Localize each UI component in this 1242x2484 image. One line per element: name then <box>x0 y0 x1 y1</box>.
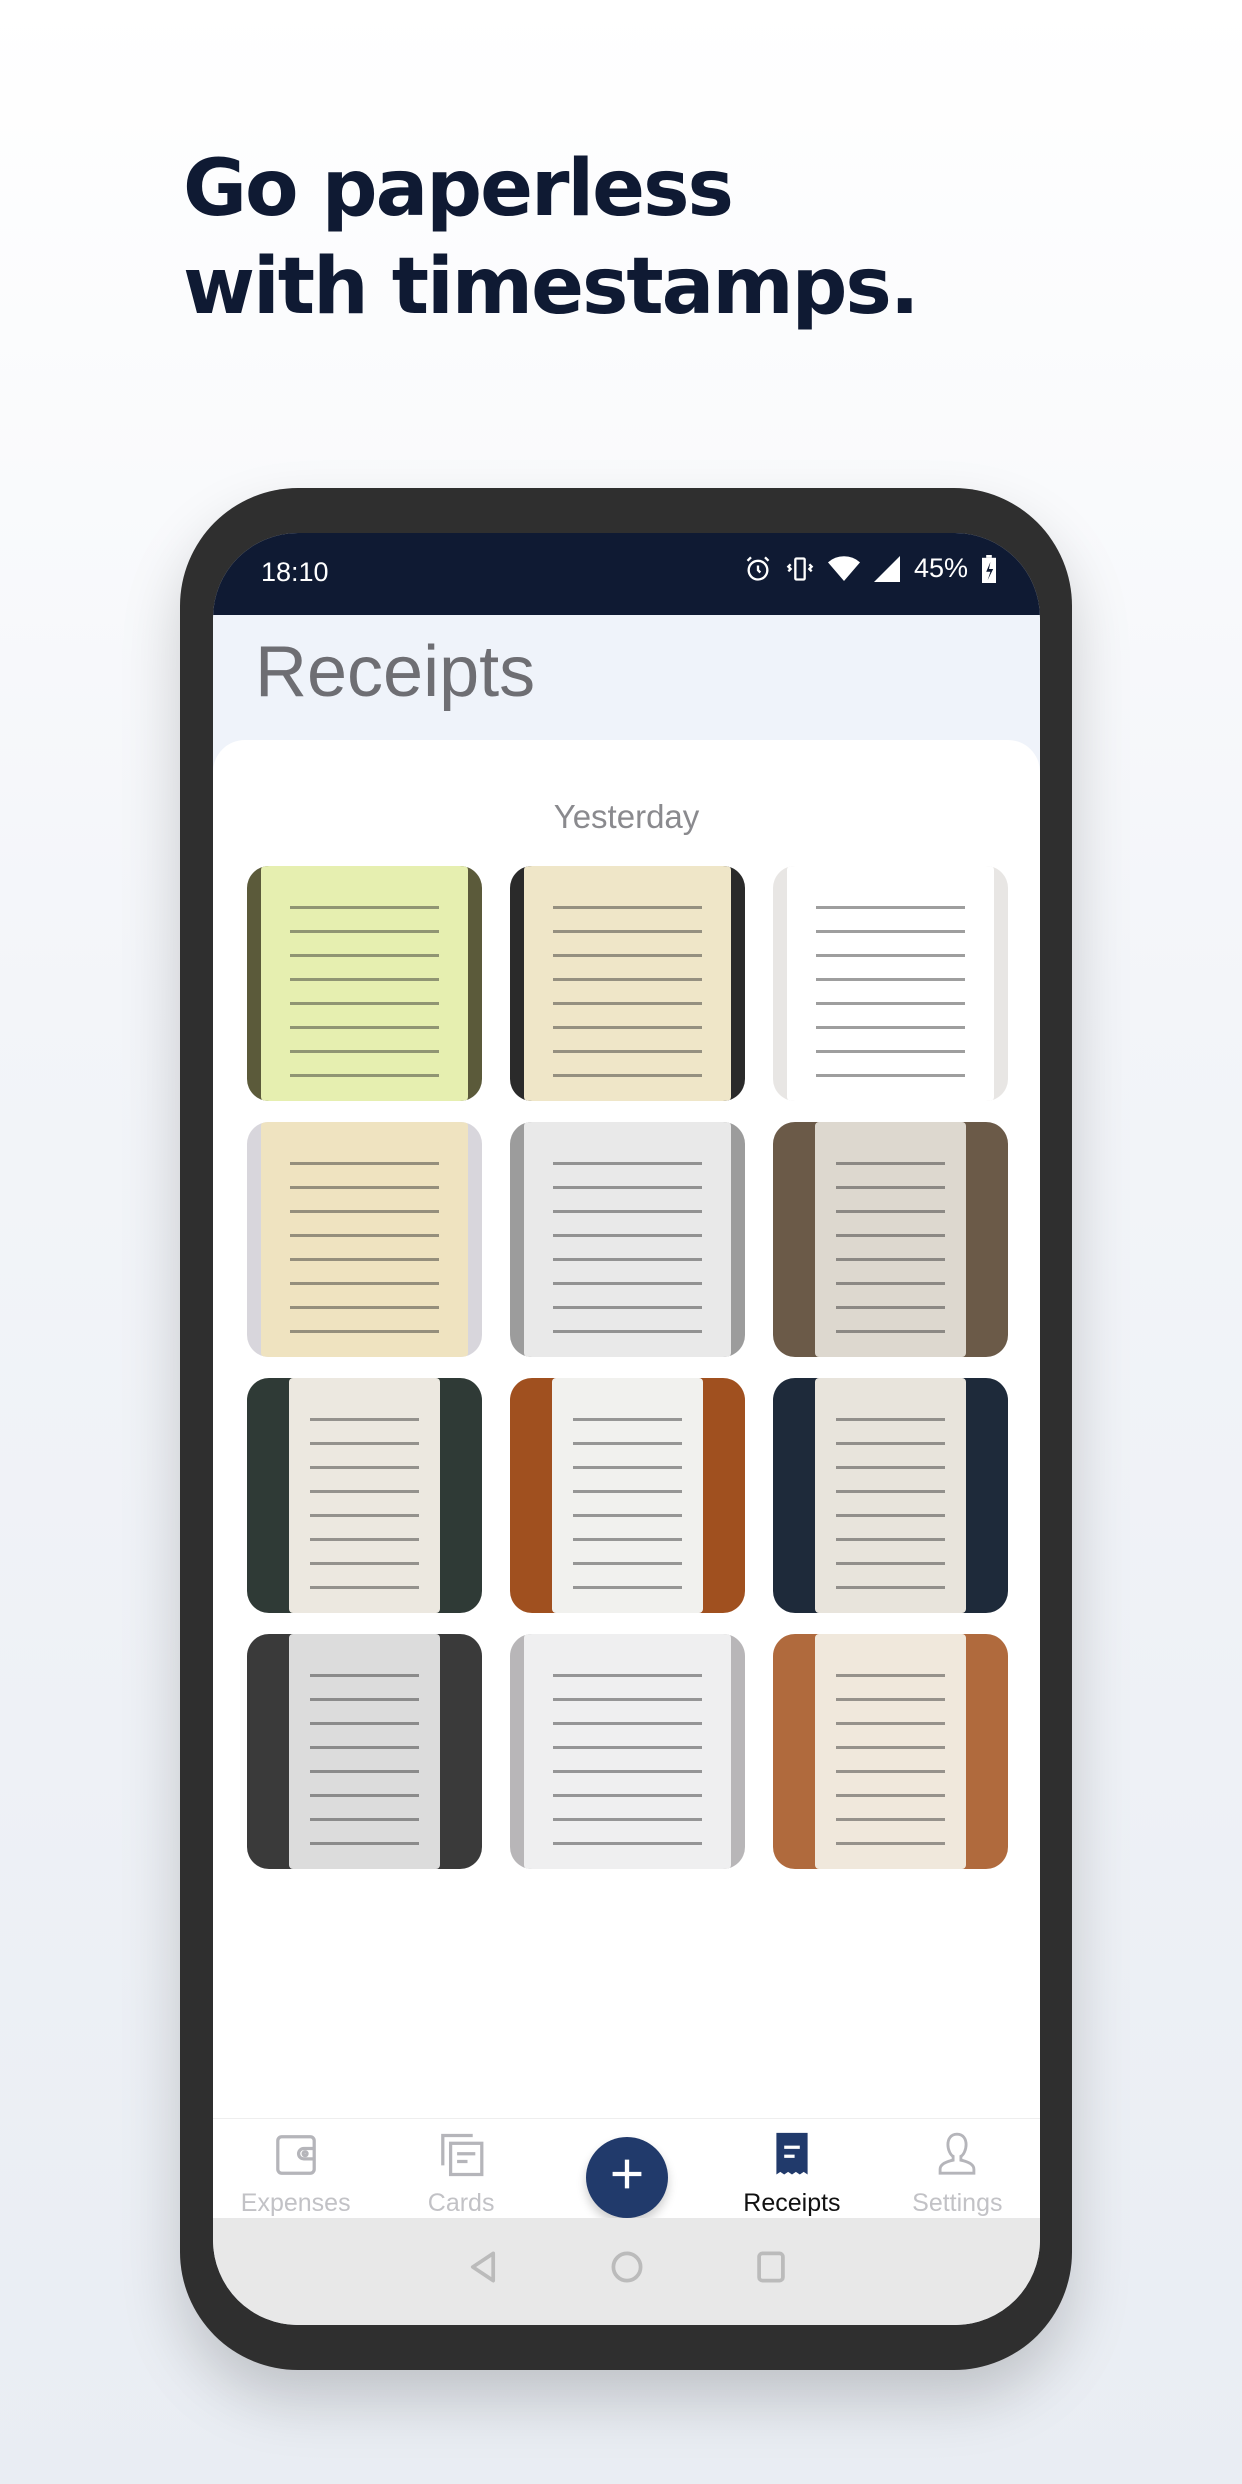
home-icon[interactable] <box>610 2249 644 2285</box>
plus-icon <box>612 2159 641 2188</box>
nav-label: Cards <box>427 2189 495 2217</box>
receipts-list: Yesterday <box>213 740 1040 2120</box>
receipt-thumbnail[interactable] <box>510 1122 745 1357</box>
receipt-text-lines <box>816 894 965 1078</box>
system-nav-bar <box>213 2218 1040 2325</box>
receipt-paper <box>524 866 731 1101</box>
receipt-paper <box>815 1634 966 1869</box>
recents-icon[interactable] <box>754 2249 788 2285</box>
receipt-paper <box>524 1122 731 1357</box>
alarm-icon <box>746 556 770 581</box>
receipt-text-lines <box>290 1150 439 1334</box>
receipt-paper <box>289 1378 440 1613</box>
cards-icon <box>441 2133 484 2177</box>
nav-expenses[interactable]: Expenses <box>213 2119 378 2218</box>
wallet-icon <box>275 2135 316 2175</box>
nav-cards[interactable]: Cards <box>378 2119 543 2218</box>
receipt-paper <box>261 1122 468 1357</box>
user-icon <box>938 2132 976 2175</box>
receipt-paper <box>815 1122 966 1357</box>
wifi-icon <box>827 555 860 581</box>
headline-line-1: Go paperless <box>183 144 734 234</box>
signal-icon <box>873 555 900 582</box>
receipt-text-lines <box>290 894 439 1078</box>
receipt-text-lines <box>553 1150 702 1334</box>
receipt-paper <box>289 1634 440 1869</box>
receipt-thumbnail[interactable] <box>510 1378 745 1613</box>
receipt-thumbnail[interactable] <box>773 1378 1008 1613</box>
back-icon[interactable] <box>466 2249 500 2285</box>
receipt-thumbnail[interactable] <box>247 1122 482 1357</box>
receipt-thumbnail[interactable] <box>510 1634 745 1869</box>
bottom-nav: Expenses Cards Receipts Settings <box>213 2118 1040 2218</box>
headline-line-2: with timestamps. <box>183 242 919 332</box>
receipt-text-lines <box>836 1406 945 1590</box>
receipt-text-lines <box>836 1150 945 1334</box>
phone-frame: 18:10 45% Receipts Yesterday Expenses Ca… <box>180 488 1072 2370</box>
receipt-thumbnail[interactable] <box>247 1378 482 1613</box>
headline: Go paperless with timestamps. <box>183 140 919 336</box>
battery-charging-icon <box>982 554 996 583</box>
status-bar: 18:10 45% <box>213 533 1040 615</box>
page-title: Receipts <box>255 632 536 712</box>
receipt-text-lines <box>310 1406 419 1590</box>
receipt-paper <box>261 866 468 1101</box>
phone-screen: 18:10 45% Receipts Yesterday Expenses Ca… <box>213 533 1040 2325</box>
receipt-thumbnail[interactable] <box>247 866 482 1101</box>
receipt-paper <box>524 1634 731 1869</box>
receipt-text-lines <box>310 1662 419 1846</box>
nav-label: Settings <box>912 2189 1003 2217</box>
receipt-text-lines <box>553 894 702 1078</box>
receipt-grid <box>247 866 1008 1869</box>
receipt-thumbnail[interactable] <box>247 1634 482 1869</box>
nav-settings[interactable]: Settings <box>875 2119 1040 2218</box>
vibrate-icon <box>786 556 814 581</box>
receipt-thumbnail[interactable] <box>773 1122 1008 1357</box>
receipt-thumbnail[interactable] <box>510 866 745 1101</box>
receipt-icon <box>776 2132 808 2175</box>
receipt-thumbnail[interactable] <box>773 866 1008 1101</box>
battery-percent: 45% <box>913 553 968 583</box>
add-receipt-button[interactable] <box>544 2119 709 2218</box>
nav-receipts[interactable]: Receipts <box>709 2119 874 2218</box>
nav-label: Expenses <box>240 2189 351 2217</box>
status-time: 18:10 <box>261 557 329 587</box>
receipt-text-lines <box>573 1406 682 1590</box>
receipt-text-lines <box>836 1662 945 1846</box>
receipt-paper <box>552 1378 703 1613</box>
nav-label: Receipts <box>743 2189 841 2217</box>
receipt-paper <box>815 1378 966 1613</box>
receipt-paper <box>787 866 994 1101</box>
receipt-thumbnail[interactable] <box>773 1634 1008 1869</box>
receipt-text-lines <box>553 1662 702 1846</box>
section-date-label: Yesterday <box>553 798 700 835</box>
